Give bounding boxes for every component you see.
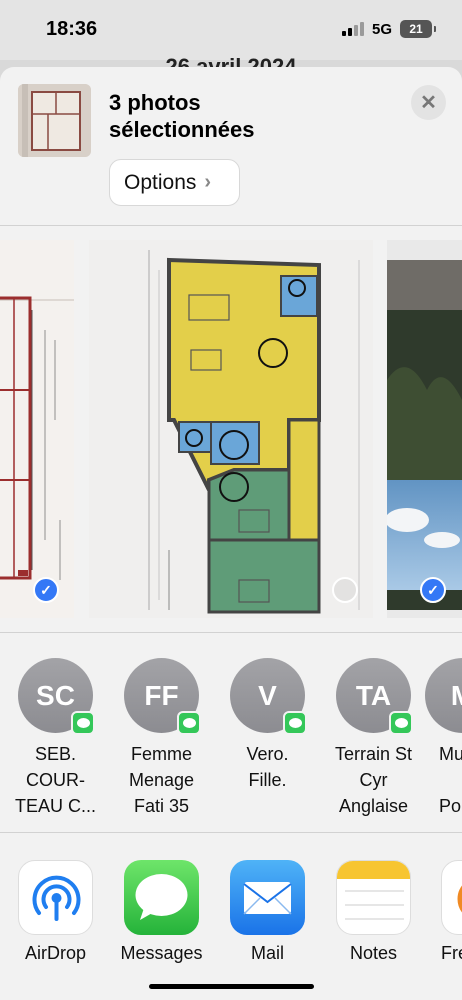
app-airdrop[interactable]: AirDrop [3, 860, 108, 964]
app-label: Messages [120, 943, 203, 963]
airdrop-icon [18, 860, 93, 935]
contact-name-line: TEAU C... [14, 796, 96, 816]
app-messages[interactable]: Messages [109, 860, 214, 964]
photo-item-1[interactable]: ✓ [0, 240, 74, 618]
avatar-initials: TA [355, 679, 392, 711]
landscape-photo-image [387, 240, 462, 618]
separator [0, 832, 462, 833]
home-indicator[interactable] [149, 984, 314, 989]
avatar: TA [336, 658, 413, 735]
close-icon: ✕ [420, 92, 437, 114]
contact-name: Vero. Fille. [215, 741, 320, 793]
share-title: 3 photos sélectionnées [109, 89, 349, 143]
app-label: AirDrop [24, 943, 86, 963]
contact-name-line: Fille. [248, 770, 287, 790]
avatar-initials: V [258, 679, 277, 711]
selection-thumbnail [18, 84, 91, 157]
contact-name-line: Terrain St [334, 744, 413, 764]
options-button[interactable]: Options › [109, 159, 240, 206]
network-type: 5G [371, 20, 392, 38]
app-label: Fre [441, 943, 462, 963]
messages-badge-icon [71, 711, 95, 735]
selected-check-icon[interactable]: ✓ [33, 577, 59, 603]
avatar-initials: FF [144, 679, 179, 711]
close-button[interactable]: ✕ [411, 85, 446, 120]
mail-icon [230, 860, 305, 935]
photo-item-2[interactable] [89, 240, 373, 618]
options-label: Options [124, 170, 197, 194]
messages-badge-icon [389, 711, 413, 735]
messages-badge-icon [177, 711, 201, 735]
freeform-icon [441, 860, 462, 935]
photo-item-3[interactable]: ✓ [387, 240, 462, 618]
contact-name-line: Fati 35 [133, 796, 190, 816]
app-label: Mail [250, 943, 284, 963]
avatar: M [425, 658, 462, 733]
unselected-check-icon[interactable] [332, 577, 358, 603]
contact-name-line: SEB. [34, 744, 77, 764]
contact-suggestion[interactable]: TA Terrain St Cyr Anglaise [321, 658, 426, 819]
contact-suggestion[interactable]: V Vero. Fille. [215, 658, 320, 793]
avatar: SC [18, 658, 95, 735]
status-time: 18:36 [46, 18, 98, 40]
share-sheet: 3 photos sélectionnées Options › ✕ ✓ ✓ S… [0, 67, 462, 1000]
contact-name-line [439, 767, 462, 793]
contact-suggestion[interactable]: M Mu Po [425, 658, 462, 819]
app-notes[interactable]: Notes [321, 860, 426, 964]
avatar: V [230, 658, 307, 735]
avatar-initials: M [451, 680, 462, 712]
notes-icon [336, 860, 411, 935]
cellular-signal-icon [341, 22, 364, 36]
contact-name-line: Cyr [359, 770, 388, 790]
contact-name: Mu Po [425, 741, 462, 819]
contact-name-line: Anglaise [338, 796, 409, 816]
contact-name-line: COUR- [26, 770, 85, 790]
share-title-line2: sélectionnées [109, 117, 255, 142]
messages-icon [124, 860, 199, 935]
avatar: FF [124, 658, 201, 735]
contact-name-line: Po [439, 796, 462, 816]
selected-check-icon[interactable]: ✓ [420, 577, 446, 603]
contact-name: Femme Menage Fati 35 [109, 741, 214, 819]
app-label: Notes [349, 943, 398, 963]
contact-name: Terrain St Cyr Anglaise [321, 741, 426, 819]
status-indicators: 5G 21 [341, 20, 436, 38]
contact-name-line: Femme [130, 744, 192, 764]
contact-name: SEB. COUR- TEAU C... [3, 741, 108, 819]
avatar-initials: SC [36, 679, 75, 711]
floor-plan-sketch-image [0, 240, 74, 618]
battery-icon: 21 [400, 20, 436, 38]
colored-floor-plan-image [89, 240, 373, 618]
app-mail[interactable]: Mail [215, 860, 320, 964]
app-freeform[interactable]: Fre [427, 860, 462, 964]
chevron-right-icon: › [204, 171, 212, 193]
messages-badge-icon [283, 711, 307, 735]
floor-plan-thumbnail-image [18, 84, 91, 157]
contact-suggestion[interactable]: FF Femme Menage Fati 35 [109, 658, 214, 819]
contact-name-line: Mu [439, 744, 462, 764]
separator [0, 632, 462, 633]
battery-level: 21 [409, 22, 423, 36]
status-bar: 18:36 5G 21 26 avril 2024 [0, 0, 462, 79]
separator [0, 225, 462, 226]
contact-suggestion[interactable]: SC SEB. COUR- TEAU C... [3, 658, 108, 819]
contact-name-line: Menage [128, 770, 195, 790]
share-title-line1: 3 photos [109, 90, 201, 115]
contact-name-line: Vero. [246, 744, 289, 764]
